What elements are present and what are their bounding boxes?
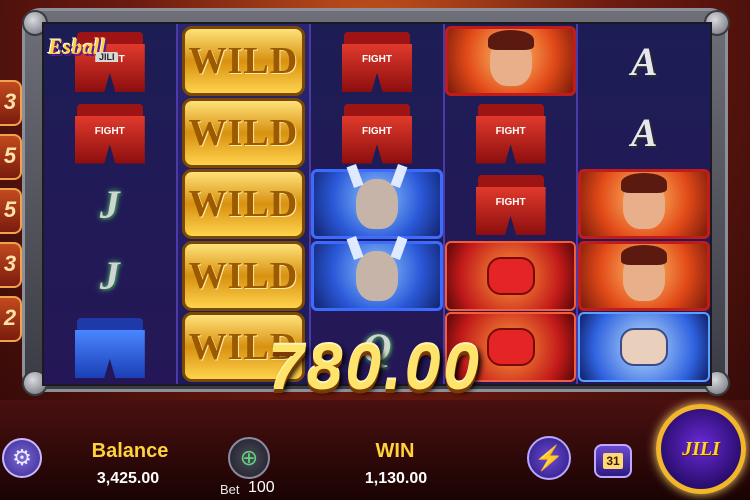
- side-tab: 3: [0, 80, 22, 126]
- auto-spin-count: 31: [603, 453, 623, 469]
- balance-value: 3,425.00: [96, 470, 160, 487]
- boxing-shorts-icon: FIGHT: [472, 102, 550, 164]
- blue-fighter-icon: [311, 240, 443, 311]
- wild-belt-icon: WILD: [181, 26, 306, 96]
- symbol-shorts: FIGHT: [48, 98, 172, 168]
- gear-icon: ⚙: [12, 445, 32, 470]
- wild-belt-icon: WILD: [181, 169, 306, 239]
- boxing-shorts-icon: FIGHT: [71, 102, 149, 164]
- shorts-label: FIGHT: [495, 125, 526, 137]
- symbol-wild: WILD: [181, 97, 306, 168]
- side-tab: 3: [0, 242, 22, 288]
- blue-fighter-icon: [311, 169, 443, 239]
- spin-button[interactable]: JILI: [656, 404, 746, 494]
- letter-symbol-text: J: [99, 181, 120, 227]
- symbol-letter: A: [582, 98, 706, 168]
- wild-text: WILD: [188, 254, 299, 297]
- symbol-shorts: FIGHT: [315, 26, 439, 96]
- boxing-shorts-icon: FIGHT: [472, 173, 550, 235]
- symbol-shorts: FIGHT: [315, 98, 439, 168]
- boxing-glove-icon: [444, 240, 577, 311]
- big-win-amount: 780.00: [268, 331, 482, 403]
- symbol-shorts: FIGHT: [449, 169, 573, 239]
- lightning-icon: ⚡: [534, 444, 564, 472]
- balance-label: Balance: [91, 440, 169, 462]
- settings-button[interactable]: ⚙: [2, 438, 42, 478]
- turbo-button[interactable]: ⚡: [527, 436, 571, 480]
- symbol-letter: J: [48, 241, 172, 311]
- letter-symbol-text: A: [630, 110, 658, 155]
- symbol-fighter: [311, 240, 443, 311]
- bet-value: 100: [248, 479, 275, 496]
- symbol-wild: WILD: [181, 240, 306, 311]
- symbol-letter: A: [582, 26, 706, 96]
- bet-button[interactable]: ⊕: [228, 437, 270, 479]
- symbol-fighter: [444, 26, 577, 96]
- wild-text: WILD: [188, 40, 299, 82]
- letter-symbol-text: A: [630, 38, 658, 84]
- brand-logo-sub: JILI: [96, 52, 118, 62]
- shorts-label: FIGHT: [94, 125, 125, 137]
- side-payline-tabs: 3 5 5 3 2: [0, 60, 22, 342]
- shorts-label: FIGHT: [361, 54, 392, 65]
- shorts-label: FIGHT: [495, 197, 526, 208]
- symbol-fighter: [311, 169, 443, 239]
- red-fighter-icon: [578, 240, 710, 311]
- wild-belt-icon: WILD: [181, 240, 306, 311]
- side-tab: 5: [0, 188, 22, 234]
- wild-text: WILD: [188, 111, 299, 154]
- symbol-letter: J: [48, 169, 172, 239]
- symbol-wild: WILD: [181, 26, 306, 96]
- symbol-wild: WILD: [181, 169, 306, 239]
- shorts-label: FIGHT: [361, 125, 392, 137]
- wild-text: WILD: [188, 183, 299, 225]
- win-label: WIN: [375, 440, 415, 462]
- symbol-fighter: [578, 240, 710, 311]
- red-fighter-icon: [578, 169, 710, 239]
- coin-stack-icon: ⊕: [239, 445, 259, 470]
- auto-spin-button[interactable]: 31: [594, 444, 632, 478]
- boxing-shorts-icon: FIGHT: [338, 102, 416, 164]
- side-tab: 5: [0, 134, 22, 180]
- bet-label: Bet: [220, 482, 240, 497]
- symbol-shorts: FIGHT: [449, 98, 573, 168]
- symbol-fighter: [578, 169, 710, 239]
- spin-label: JILI: [682, 437, 720, 460]
- win-value: 1,130.00: [364, 470, 428, 487]
- red-fighter-icon: [444, 26, 577, 96]
- wild-belt-icon: WILD: [181, 97, 306, 168]
- letter-symbol-text: J: [99, 253, 120, 298]
- symbol-glove: [444, 240, 577, 311]
- boxing-shorts-icon: FIGHT: [338, 30, 416, 92]
